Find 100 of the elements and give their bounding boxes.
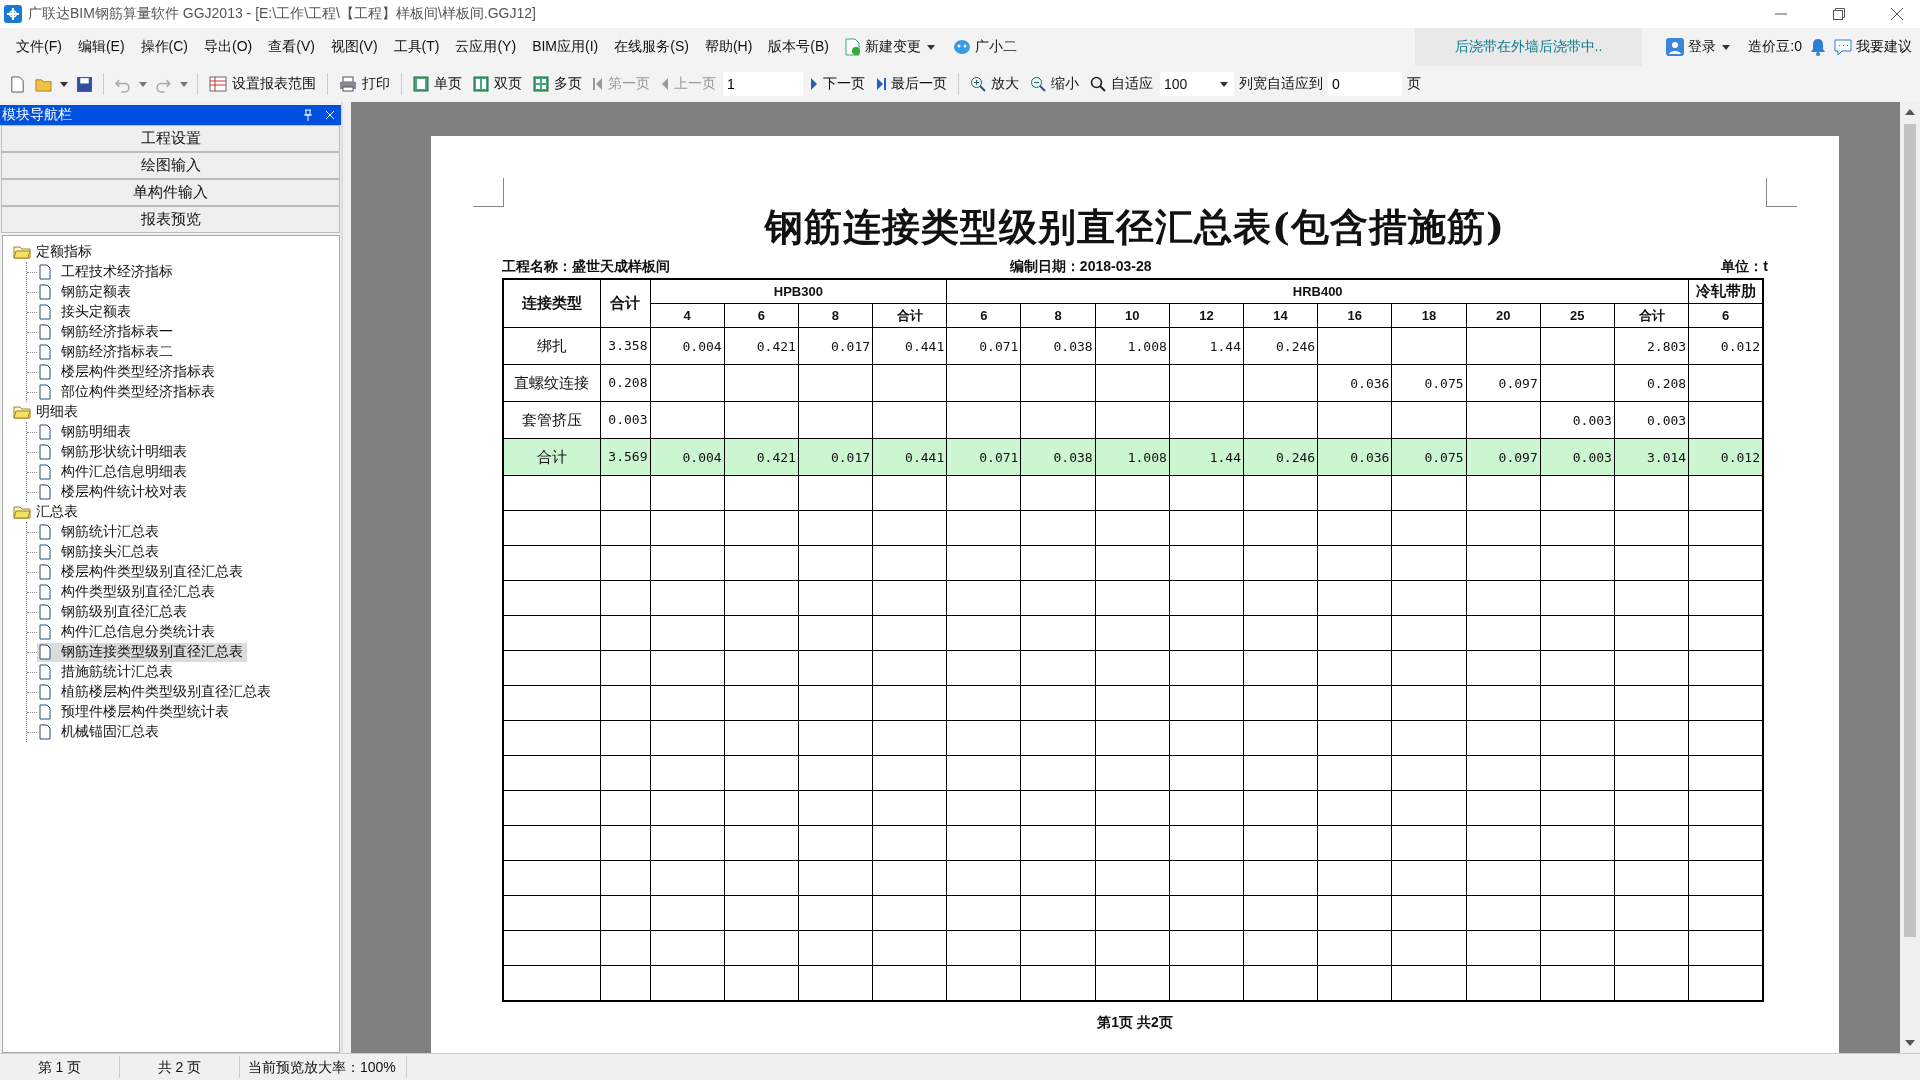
tree-item[interactable]: 钢筋经济指标表二: [37, 342, 177, 362]
login-button[interactable]: 登录: [1658, 38, 1741, 56]
table-cell: 0.421: [724, 327, 799, 365]
table-cell: 0.017: [798, 327, 873, 365]
menu-item[interactable]: 视图(V): [322, 38, 386, 56]
table-cell: 0.003: [600, 401, 650, 439]
zoom-out-button[interactable]: 缩小: [1026, 75, 1083, 93]
double-page-button[interactable]: 双页: [469, 75, 526, 93]
tree-item[interactable]: 钢筋形状统计明细表: [37, 442, 191, 462]
first-page-icon: [593, 77, 603, 91]
document-icon: [39, 364, 51, 380]
page-footer: 第1页 共2页: [502, 1014, 1768, 1032]
column-header: 20: [1466, 303, 1541, 328]
menu-item[interactable]: 版本号(B): [760, 38, 837, 56]
menu-item[interactable]: 导出(O): [196, 38, 261, 56]
column-header: 4: [650, 303, 725, 328]
zoom-in-icon: [970, 76, 986, 92]
tree-item[interactable]: 钢筋定额表: [37, 282, 135, 302]
single-page-button[interactable]: 单页: [409, 75, 466, 93]
scroll-up-icon[interactable]: [1905, 109, 1915, 115]
table-cell: 绑扎: [503, 327, 600, 365]
scroll-down-icon[interactable]: [1905, 1040, 1915, 1046]
last-page-button[interactable]: 最后一页: [872, 75, 951, 93]
menu-item[interactable]: 文件(F): [8, 38, 70, 56]
print-button[interactable]: 打印: [335, 75, 394, 93]
restore-icon[interactable]: [1832, 7, 1846, 21]
table-cell: 0.038: [1020, 438, 1096, 476]
tree-item[interactable]: 构件汇总信息明细表: [37, 462, 191, 482]
tree-item[interactable]: 工程技术经济指标: [37, 262, 177, 282]
document-icon: [39, 424, 51, 440]
tree-item[interactable]: 接头定额表: [37, 302, 135, 322]
tree-folder[interactable]: 定额指标: [13, 242, 339, 262]
tree-item[interactable]: 钢筋统计汇总表: [37, 522, 163, 542]
table-cell: 合计: [503, 438, 600, 476]
scrollbar-thumb[interactable]: [1904, 124, 1916, 937]
menu-item[interactable]: 在线服务(S): [606, 38, 697, 56]
save-icon[interactable]: [76, 75, 93, 93]
assistant-button[interactable]: 广小二: [945, 38, 1025, 56]
next-page-button[interactable]: 下一页: [806, 75, 869, 93]
module-button[interactable]: 单构件输入: [1, 179, 340, 206]
notice-link[interactable]: 后浇带在外墙后浇带中..: [1414, 28, 1643, 66]
caret-icon: [927, 44, 935, 50]
table-cell: 0.075: [1391, 438, 1467, 476]
tree-item[interactable]: 钢筋级别直径汇总表: [37, 602, 191, 622]
module-button[interactable]: 工程设置: [1, 125, 340, 152]
menu-item[interactable]: 帮助(H): [696, 38, 761, 56]
zoom-combo[interactable]: 100: [1160, 72, 1234, 96]
suggest-button[interactable]: 我要建议: [1826, 38, 1920, 56]
tree-item[interactable]: 构件类型级别直径汇总表: [37, 582, 219, 602]
right-triangle-icon: [810, 77, 818, 91]
menu-item[interactable]: 云应用(Y): [447, 38, 525, 56]
page-number-field[interactable]: 1: [723, 72, 803, 96]
fit-button[interactable]: 自适应: [1086, 75, 1157, 93]
close-icon[interactable]: [1890, 7, 1904, 21]
table-cell: 直螺纹连接: [503, 364, 600, 402]
table-cell: 0.421: [724, 438, 799, 476]
crop-mark: [473, 178, 504, 207]
set-range-button[interactable]: 设置报表范围: [205, 75, 320, 93]
tree-item[interactable]: 楼层构件统计校对表: [37, 482, 191, 502]
tree-item[interactable]: 钢筋连接类型级别直径汇总表: [37, 642, 247, 662]
column-header: 6: [724, 303, 799, 328]
tree-item[interactable]: 机械锚固汇总表: [37, 722, 163, 742]
menu-item[interactable]: 编辑(E): [69, 38, 133, 56]
new-change-button[interactable]: 新建变更: [837, 38, 945, 56]
tree-item[interactable]: 植筋楼层构件类型级别直径汇总表: [37, 682, 275, 702]
caret-icon: [1220, 81, 1228, 87]
tree-item[interactable]: 钢筋经济指标表一: [37, 322, 177, 342]
document-icon: [39, 444, 51, 460]
table-cell: 0.071: [946, 327, 1021, 365]
tree-item[interactable]: 楼层构件类型经济指标表: [37, 362, 219, 382]
tree-item[interactable]: 钢筋明细表: [37, 422, 135, 442]
tree-item[interactable]: 部位构件类型经济指标表: [37, 382, 219, 402]
multi-page-button[interactable]: 多页: [529, 75, 586, 93]
fit-columns-field[interactable]: 0: [1328, 72, 1402, 96]
document-icon: [39, 724, 51, 740]
tree-item[interactable]: 钢筋接头汇总表: [37, 542, 163, 562]
tree-item[interactable]: 构件汇总信息分类统计表: [37, 622, 219, 642]
tree-item[interactable]: 楼层构件类型级别直径汇总表: [37, 562, 247, 582]
caret-icon[interactable]: [60, 81, 68, 87]
module-button[interactable]: 绘图输入: [1, 152, 340, 179]
tree-folder[interactable]: 明细表: [13, 402, 339, 422]
tree-item[interactable]: 措施筋统计汇总表: [37, 662, 177, 682]
bell-icon[interactable]: [1810, 38, 1826, 56]
tree-item[interactable]: 预埋件楼层构件类型统计表: [37, 702, 233, 722]
module-button[interactable]: 报表预览: [1, 206, 340, 233]
double-page-icon: [473, 76, 489, 92]
menu-item[interactable]: 操作(C): [132, 38, 196, 56]
document-icon: [39, 264, 51, 280]
zoom-in-button[interactable]: 放大: [966, 75, 1023, 93]
new-file-icon[interactable]: [9, 75, 26, 93]
menu-item[interactable]: 查看(V): [260, 38, 323, 56]
table-cell: 0.071: [946, 438, 1021, 476]
pin-icon[interactable]: [303, 109, 313, 121]
table-icon: [209, 76, 227, 92]
fit-columns-label: 列宽自适应到: [1238, 75, 1324, 93]
tree-folder[interactable]: 汇总表: [13, 502, 339, 522]
crop-mark: [1766, 178, 1797, 207]
table-cell: 3.358: [600, 327, 650, 365]
menu-item[interactable]: 工具(T): [385, 38, 448, 56]
menu-item[interactable]: BIM应用(I): [524, 38, 607, 56]
